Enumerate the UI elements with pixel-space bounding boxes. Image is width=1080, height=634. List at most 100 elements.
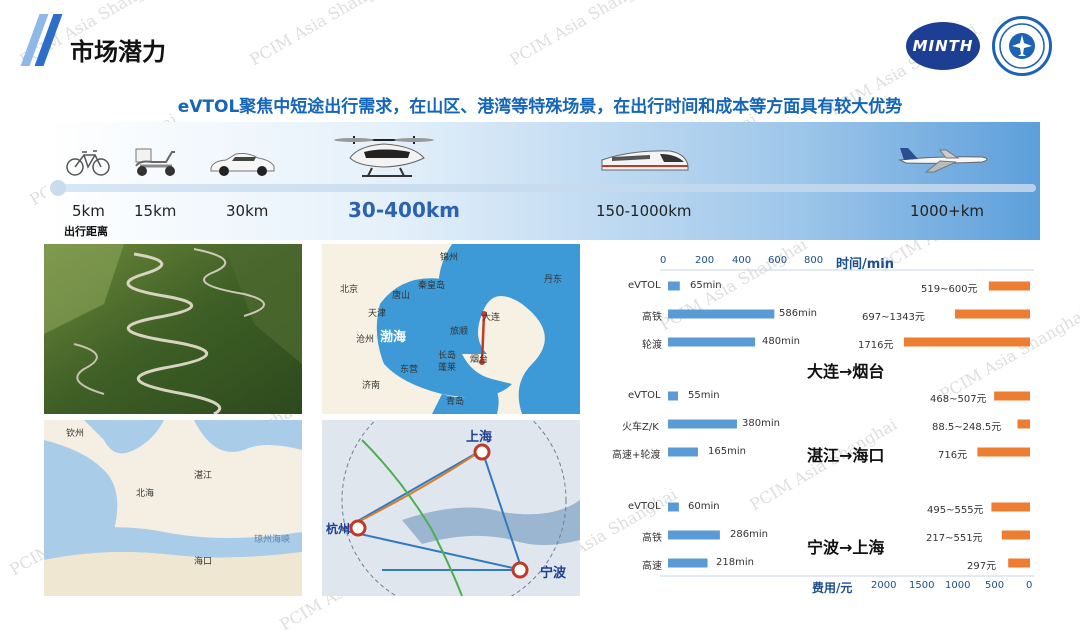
map-city-label: 蓬莱: [438, 363, 457, 373]
time-bar: [668, 558, 708, 568]
cost-bar: [988, 281, 1030, 291]
mountain-road-photo: [44, 244, 302, 414]
distance-axis-label: 出行距离: [64, 225, 108, 238]
mode-label: 高铁: [642, 533, 662, 544]
cost-value-label: 1716元: [858, 340, 894, 351]
cost-bar: [955, 309, 1030, 319]
distance-label-5km: 5km: [72, 202, 105, 220]
cost-tick: 1500: [909, 580, 935, 591]
time-bar: [668, 447, 698, 457]
cost-bar: [977, 447, 1030, 457]
map-city-label: 旅顺: [450, 327, 469, 337]
map-city-label: 丹东: [544, 275, 563, 285]
map-city-label: 钦州: [66, 429, 85, 439]
cost-value-label: 495~555元: [927, 505, 984, 516]
map-city-label: 大连: [482, 313, 501, 323]
map-city-label: 秦皇岛: [418, 281, 446, 291]
cost-tick: 0: [1026, 580, 1033, 591]
map-city-label: 天津: [368, 309, 387, 319]
distance-band: [46, 122, 1040, 240]
map-city-label: 海口: [194, 557, 213, 567]
time-value-label: 586min: [779, 308, 817, 319]
map-city-label: 锦州: [440, 253, 459, 263]
map-city-label: 北京: [340, 285, 359, 295]
distance-track-start: [50, 180, 66, 196]
time-axis-label: 时间/min: [836, 257, 895, 272]
distance-label-train-range: 150-1000km: [596, 202, 692, 220]
distance-label-15km: 15km: [134, 202, 177, 220]
cost-value-label: 88.5~248.5元: [932, 422, 1002, 433]
distance-label-evtol-range: 30-400km: [348, 198, 461, 222]
minth-logo: MINTH: [906, 22, 980, 70]
time-bar: [668, 419, 737, 429]
time-tick: 800: [804, 255, 824, 266]
cost-axis-label: 费用/元: [812, 581, 853, 595]
cost-bar: [903, 337, 1030, 347]
cost-bar: [1017, 419, 1030, 429]
time-value-label: 165min: [708, 446, 746, 457]
time-value-label: 60min: [688, 501, 720, 512]
mode-label: eVTOL: [628, 280, 661, 291]
map-city-label: 唐山: [392, 291, 411, 301]
time-tick: 600: [768, 255, 788, 266]
cost-bar: [1001, 530, 1030, 540]
time-bar: [668, 337, 756, 347]
cost-value-label: 217~551元: [926, 533, 983, 544]
watermark: PCIM Asia Shanghai: [246, 0, 401, 70]
distance-label-plane-range: 1000+km: [910, 202, 985, 220]
page-subtitle: eVTOL聚焦中短途出行需求，在山区、港湾等特殊场景，在出行时间和成本等方面具有…: [177, 97, 903, 117]
map-city-label: 烟台: [470, 355, 489, 365]
time-bar: [668, 309, 775, 319]
time-tick: 0: [660, 255, 667, 266]
watermark: PCIM Asia Shanghai: [506, 0, 661, 70]
scooter-icon: [135, 148, 175, 176]
time-bar: [668, 391, 678, 401]
time-value-label: 65min: [690, 280, 722, 291]
map-city-label: 沧州: [356, 335, 375, 345]
mode-label: 高铁: [642, 312, 662, 323]
cost-value-label: 297元: [967, 561, 997, 572]
mode-label: eVTOL: [628, 390, 661, 401]
mode-label: 高速+轮渡: [612, 450, 661, 461]
time-value-label: 286min: [730, 529, 768, 540]
cost-value-label: 697~1343元: [862, 312, 925, 323]
bicycle-icon: [66, 150, 110, 176]
map-city-label: 宁波: [540, 566, 567, 581]
time-value-label: 480min: [762, 336, 800, 347]
time-value-label: 55min: [688, 390, 720, 401]
map-city-label: 济南: [362, 381, 381, 391]
time-bar: [668, 281, 680, 291]
time-tick: 200: [695, 255, 715, 266]
map-city-label: 青岛: [446, 397, 465, 407]
hangzhou-bay-map: 上海 杭州 宁波: [322, 420, 580, 596]
university-logo: [992, 16, 1052, 76]
map-city-label: 上海: [466, 430, 493, 445]
airplane-emblem-icon: [999, 23, 1045, 69]
airplane-icon: [898, 148, 988, 173]
cost-bar: [1008, 558, 1030, 568]
time-value-label: 380min: [742, 418, 780, 429]
distance-label-30km: 30km: [226, 202, 269, 220]
map-city-label: 东营: [400, 365, 419, 375]
mode-label: 高速: [642, 561, 662, 572]
page-title: 市场潜力: [70, 38, 166, 66]
evtol-icon: [334, 136, 434, 177]
map-city-label: 杭州: [326, 522, 351, 536]
route-label: 宁波→上海: [807, 538, 885, 557]
car-icon: [210, 153, 275, 176]
map-city-label: 北海: [136, 489, 155, 499]
time-tick: 400: [732, 255, 752, 266]
cost-value-label: 468~507元: [930, 394, 987, 405]
cost-value-label: 716元: [938, 450, 968, 461]
time-bar: [668, 502, 679, 512]
high-speed-train-icon: [601, 150, 689, 171]
cost-tick: 500: [985, 580, 1005, 591]
map-city-label: 琼州海峡: [254, 535, 291, 545]
map-city-label: 湛江: [194, 471, 213, 481]
cost-bar: [991, 502, 1030, 512]
time-bar: [668, 530, 720, 540]
cost-tick: 2000: [871, 580, 897, 591]
qiongzhou-map: 钦州 湛江 北海 琼州海峡 海口: [44, 420, 302, 596]
mode-label: eVTOL: [628, 501, 661, 512]
route-label: 大连→烟台: [807, 362, 885, 381]
